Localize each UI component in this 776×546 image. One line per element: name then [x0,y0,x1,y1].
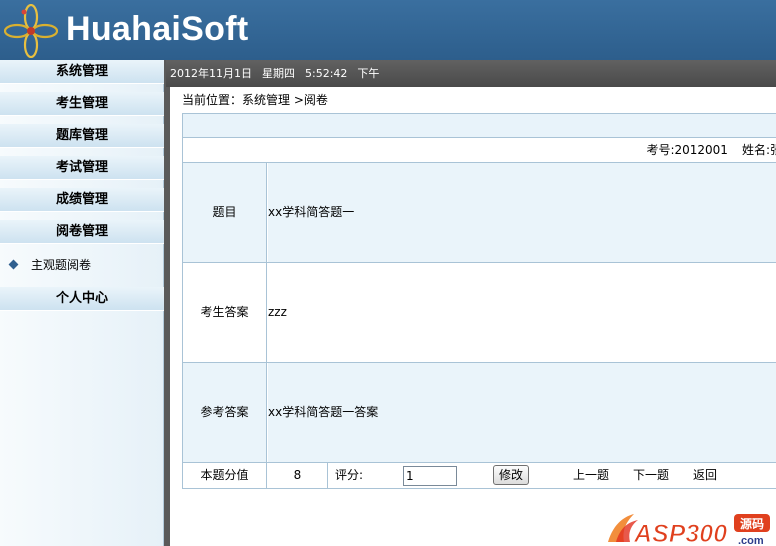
brand-title: HuahaiSoft [66,10,249,48]
max-score-value: 8 [268,463,328,488]
sidebar: 系统管理 考生管理 题库管理 考试管理 成绩管理 阅卷管理 主观题阅卷 个人中心 [0,60,164,546]
exam-info-row: 考号:2012001 姓名:张 [182,138,776,163]
watermark-suffix: .com [738,535,764,546]
student-name: 姓名:张 [741,143,776,157]
sidebar-item-scores[interactable]: 成绩管理 [0,188,164,212]
reference-answer-label: 参考答案 [183,363,267,462]
app-header: HuahaiSoft [0,0,776,60]
breadcrumb: 当前位置：系统管理 >阅卷 [182,93,328,107]
table-row: 参考答案 xx学科简答题一答案 [182,363,776,463]
flower-logo-icon [4,4,58,58]
sidebar-item-system[interactable]: 系统管理 [0,60,164,84]
table-header-bar [182,114,776,138]
sidebar-item-candidates[interactable]: 考生管理 [0,92,164,116]
asp300-watermark-logo: ASP300 源码 .com [608,514,770,546]
sidebar-item-label: 主观题阅卷 [31,258,92,272]
table-row: 考生答案 zzz [182,263,776,363]
next-question-link[interactable]: 下一题 [633,463,669,488]
status-date: 2012年11月1日 [170,67,252,80]
modify-button[interactable]: 修改 [493,465,529,485]
watermark-text: ASP300 [633,520,727,546]
max-score-label: 本题分值 [183,463,267,488]
sidebar-item-subjective-grading[interactable]: 主观题阅卷 [8,256,92,274]
status-period: 下午 [357,67,380,80]
diamond-bullet-icon [8,259,19,270]
question-text: xx学科简答题一 [268,163,776,262]
student-answer-text: zzz [268,305,287,319]
watermark-badge: 源码 [740,516,764,531]
question-label: 题目 [183,163,267,262]
student-answer-label: 考生答案 [183,263,267,362]
grading-table: 考号:2012001 姓名:张 题目 xx学科简答题一 考生答案 zzz 参考答案… [182,113,776,489]
previous-question-link[interactable]: 上一题 [573,463,609,488]
sidebar-item-question-bank[interactable]: 题库管理 [0,124,164,148]
status-weekday: 星期四 [262,67,295,80]
scoring-row: 本题分值 8 评分: 修改 上一题 下一题 返回 [182,463,776,489]
status-bar: 2012年11月1日 星期四 5:52:42 下午 [166,60,776,87]
sidebar-item-grading[interactable]: 阅卷管理 [0,220,164,244]
exam-id: 考号:2012001 [646,143,728,157]
sidebar-item-exams[interactable]: 考试管理 [0,156,164,180]
main-content: 当前位置：系统管理 >阅卷 考号:2012001 姓名:张 题目 xx学科简答题一… [170,87,776,546]
reference-answer-text: xx学科简答题一答案 [268,363,776,462]
grade-input[interactable] [403,466,457,486]
table-row: 题目 xx学科简答题一 [182,163,776,263]
back-link[interactable]: 返回 [693,463,717,488]
sidebar-item-personal-center[interactable]: 个人中心 [0,287,164,311]
status-time: 5:52:42 [305,67,348,80]
grade-label: 评分: [335,468,364,482]
